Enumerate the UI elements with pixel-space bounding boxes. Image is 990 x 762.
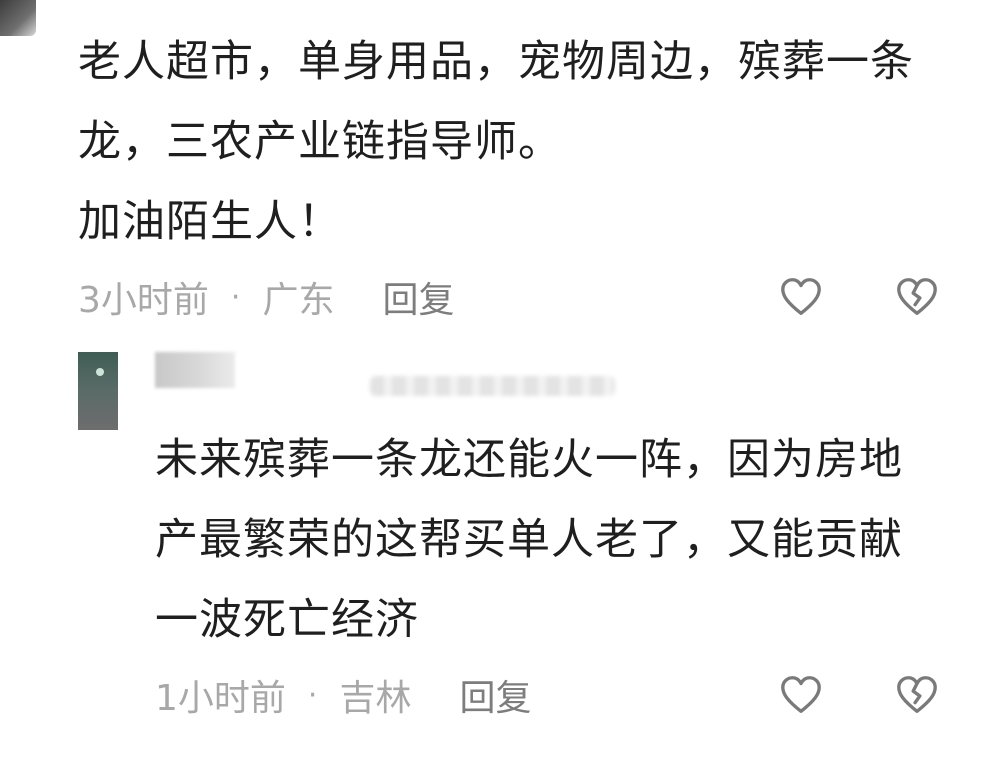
broken-heart-icon[interactable]: [894, 274, 940, 320]
reply-location: 吉林: [339, 678, 412, 719]
meta-separator: ·: [307, 677, 318, 713]
commenter-avatar[interactable]: [0, 0, 36, 36]
reply-text: 未来殡葬一条龙还能火一阵，因为房地 产最繁荣的这帮买单人老了，又能贡献 一波死亡…: [155, 420, 955, 660]
comment-meta: 3小时前 · 广东 回复: [78, 272, 454, 322]
reply-line: 一波死亡经济: [155, 595, 419, 645]
heart-outline-icon[interactable]: [778, 672, 824, 718]
comment-line: 老人超市，单身用品，宠物周边，殡葬一条: [78, 37, 914, 87]
comment-actions: [778, 272, 940, 322]
meta-separator: ·: [230, 279, 241, 315]
heart-outline-icon[interactable]: [778, 274, 824, 320]
reply-actions: [778, 670, 940, 720]
reply-line: 产最繁荣的这帮买单人老了，又能贡献: [155, 515, 903, 565]
reply-line: 未来殡葬一条龙还能火一阵，因为房地: [155, 435, 903, 485]
comment-text: 老人超市，单身用品，宠物周边，殡葬一条 龙，三农产业链指导师。 加油陌生人！: [78, 22, 958, 262]
replier-name-redacted: [155, 352, 235, 388]
reply-time: 1小时前: [155, 678, 286, 719]
comment-line: 加油陌生人！: [78, 197, 342, 247]
comment-line: 龙，三农产业链指导师。: [78, 117, 562, 167]
reply-button[interactable]: 回复: [382, 271, 454, 323]
replier-avatar[interactable]: [78, 352, 118, 430]
reply-meta: 1小时前 · 吉林 回复: [155, 670, 531, 720]
reply-button[interactable]: 回复: [459, 669, 531, 721]
comment-location: 广东: [262, 280, 335, 321]
broken-heart-icon[interactable]: [894, 672, 940, 718]
replier-subtitle-redacted: [370, 376, 615, 396]
comment-time: 3小时前: [78, 280, 209, 321]
